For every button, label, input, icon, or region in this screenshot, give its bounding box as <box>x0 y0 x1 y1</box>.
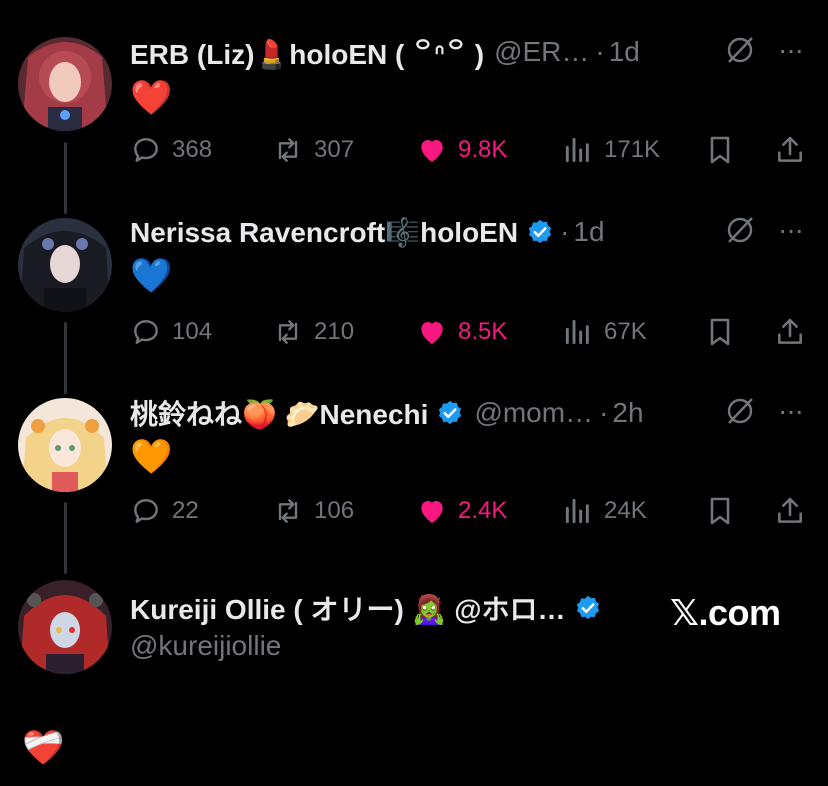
like-count: 9.8K <box>458 136 508 163</box>
reply-icon <box>134 138 158 162</box>
like-count: 2.4K <box>458 497 508 524</box>
reply-count: 104 <box>172 318 213 345</box>
like-count: 8.5K <box>458 318 508 345</box>
retweet-button[interactable]: 210 <box>272 312 354 352</box>
reply-button[interactable]: 104 <box>130 312 212 352</box>
thread-line <box>64 322 67 394</box>
retweet-count: 307 <box>314 136 355 163</box>
like-button[interactable]: 8.5K <box>416 312 507 352</box>
reply-icon <box>134 499 158 523</box>
bookmark-icon <box>710 497 730 525</box>
view-count: 67K <box>604 318 647 345</box>
tweet-text: ❤️‍🩹 <box>22 729 65 767</box>
bookmark-button[interactable] <box>704 130 736 170</box>
retweet-icon <box>278 499 298 523</box>
watermark: 𝕏.com <box>670 592 781 633</box>
timestamp[interactable]: 2h <box>612 397 643 429</box>
grok-icon[interactable] <box>724 395 756 427</box>
display-name[interactable]: Kureiji Ollie ( オリー) 🧟‍♀️ @ホロ… <box>130 588 566 628</box>
views-button[interactable]: 171K <box>562 130 660 170</box>
like-button[interactable]: 2.4K <box>416 491 507 531</box>
view-count: 24K <box>604 497 647 524</box>
retweet-button[interactable]: 106 <box>272 491 354 531</box>
bookmark-icon <box>710 318 730 346</box>
display-name[interactable]: ERB (Liz)💄holoEN ( ꒪ᐢ꒪ ) <box>130 34 484 71</box>
thread-line <box>64 502 67 574</box>
user-handle[interactable]: @ER… <box>494 36 589 68</box>
user-handle[interactable]: @mom… <box>474 397 593 429</box>
view-count: 171K <box>604 136 661 163</box>
share-button[interactable] <box>774 491 806 531</box>
separator-dot: · <box>560 216 570 247</box>
action-bar: 22 106 2.4K 24K <box>130 491 810 531</box>
reply-button[interactable]: 22 <box>130 491 199 531</box>
more-icon[interactable]: ··· <box>778 216 804 244</box>
share-icon <box>778 318 802 344</box>
views-icon <box>565 319 589 345</box>
reply-count: 368 <box>172 136 213 163</box>
timestamp[interactable]: 1d <box>609 36 640 68</box>
action-bar: 368 307 9.8K 171K <box>130 130 810 170</box>
avatar[interactable] <box>18 218 112 312</box>
reply-button[interactable]: 368 <box>130 130 212 170</box>
bookmark-button[interactable] <box>704 491 736 531</box>
verified-badge-icon <box>576 595 599 620</box>
more-icon[interactable]: ··· <box>778 397 804 425</box>
reply-icon <box>134 320 158 344</box>
verified-badge-icon <box>439 400 462 425</box>
display-name[interactable]: Nerissa Ravencroft🎼holoEN <box>130 216 518 249</box>
verified-badge-icon <box>528 219 552 244</box>
display-name[interactable]: 桃鈴ねね🍑 🥟Nenechi <box>130 393 428 433</box>
share-icon <box>778 136 802 162</box>
bookmark-icon <box>710 136 730 164</box>
share-icon <box>778 497 802 523</box>
bookmark-button[interactable] <box>704 312 736 352</box>
reply-count: 22 <box>172 497 199 524</box>
avatar[interactable] <box>18 398 112 492</box>
heart-icon <box>421 501 443 523</box>
retweet-icon <box>278 320 298 344</box>
retweet-button[interactable]: 307 <box>272 130 354 170</box>
retweet-icon <box>278 138 298 162</box>
thread-line <box>64 142 67 214</box>
separator-dot: · <box>595 36 605 67</box>
like-button[interactable]: 9.8K <box>416 130 507 170</box>
views-icon <box>565 498 589 524</box>
avatar[interactable] <box>18 37 112 131</box>
retweet-count: 210 <box>314 318 355 345</box>
tweet-text: 💙 <box>130 257 173 295</box>
action-bar: 104 210 8.5K 67K <box>130 312 810 352</box>
heart-icon <box>421 322 443 344</box>
share-button[interactable] <box>774 130 806 170</box>
timestamp[interactable]: 1d <box>573 216 604 248</box>
views-button[interactable]: 67K <box>562 312 647 352</box>
avatar[interactable] <box>18 580 112 674</box>
separator-dot: · <box>599 397 609 428</box>
more-icon[interactable]: ··· <box>778 36 804 64</box>
tweet-text: 🧡 <box>130 438 173 476</box>
views-button[interactable]: 24K <box>562 491 647 531</box>
retweet-count: 106 <box>314 497 355 524</box>
grok-icon[interactable] <box>724 214 756 246</box>
share-button[interactable] <box>774 312 806 352</box>
user-handle[interactable]: @kureijiollie <box>130 630 281 662</box>
grok-icon[interactable] <box>724 34 756 66</box>
heart-icon <box>421 140 443 162</box>
views-icon <box>565 137 589 163</box>
tweet-text: ❤️ <box>130 79 173 117</box>
